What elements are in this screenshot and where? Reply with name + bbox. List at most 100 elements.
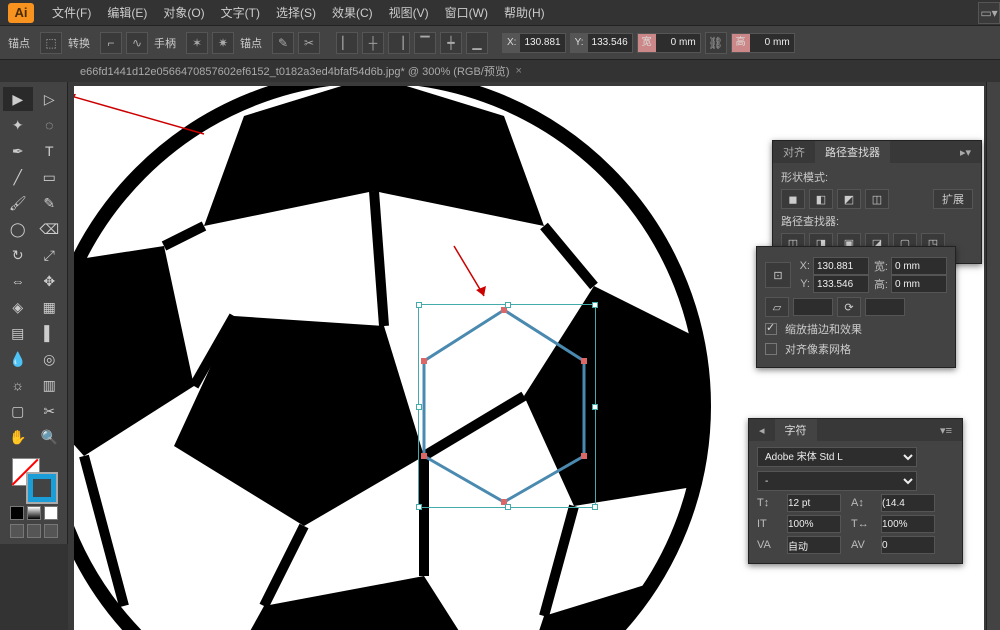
menu-help[interactable]: 帮助(H) (496, 4, 553, 21)
rotate-tool-icon[interactable]: ↻ (3, 243, 33, 267)
minus-front-icon[interactable]: ◧ (809, 189, 833, 209)
lasso-tool-icon[interactable]: ◌ (35, 113, 65, 137)
align-vcenter-icon[interactable]: ┿ (440, 32, 462, 54)
align-top-icon[interactable]: ▔ (414, 32, 436, 54)
panel-menu-icon[interactable]: ▸▾ (950, 143, 981, 162)
blend-tool-icon[interactable]: ◎ (35, 347, 65, 371)
hscale-input[interactable] (881, 515, 935, 533)
transform-x-input[interactable] (813, 257, 869, 275)
menu-select[interactable]: 选择(S) (268, 4, 324, 21)
align-hcenter-icon[interactable]: ┼ (362, 32, 384, 54)
menu-effect[interactable]: 效果(C) (324, 4, 381, 21)
w-field[interactable]: 宽0 mm (637, 33, 701, 53)
tab-character[interactable]: 字符 (775, 419, 817, 441)
close-tab-icon[interactable]: × (516, 65, 522, 77)
selection-tool-icon[interactable]: ▶ (3, 87, 33, 111)
pencil-tool-icon[interactable]: ✎ (35, 191, 65, 215)
unite-icon[interactable]: ◼ (781, 189, 805, 209)
transform-h-input[interactable] (891, 275, 947, 293)
exclude-icon[interactable]: ◫ (865, 189, 889, 209)
draw-inside-icon[interactable] (44, 524, 58, 538)
kerning-input[interactable] (787, 536, 841, 554)
rotate-icon[interactable]: ⟳ (837, 297, 861, 317)
char-collapse-icon[interactable]: ◂ (749, 421, 775, 440)
font-family-select[interactable]: Adobe 宋体 Std L (757, 447, 917, 467)
y-field[interactable]: Y:133.546 (570, 33, 633, 53)
align-left-icon[interactable]: ▏ (336, 32, 358, 54)
convert-corner-icon[interactable]: ⌐ (100, 32, 122, 54)
perspective-tool-icon[interactable]: ▦ (35, 295, 65, 319)
mesh-tool-icon[interactable]: ▤ (3, 321, 33, 345)
handle-show-icon[interactable]: ✶ (186, 32, 208, 54)
menu-type[interactable]: 文字(T) (213, 4, 268, 21)
document-title: e66fd1441d12e0566470857602ef6152_t0182a3… (80, 63, 510, 79)
menu-view[interactable]: 视图(V) (381, 4, 437, 21)
free-transform-tool-icon[interactable]: ✥ (35, 269, 65, 293)
tab-align[interactable]: 对齐 (773, 141, 815, 163)
fill-stroke-swatches[interactable] (2, 456, 65, 540)
align-right-icon[interactable]: ▕ (388, 32, 410, 54)
rotate-input[interactable] (865, 298, 905, 316)
vscale-input[interactable] (787, 515, 841, 533)
magic-wand-tool-icon[interactable]: ✦ (3, 113, 33, 137)
font-style-select[interactable]: - (757, 471, 917, 491)
graph-tool-icon[interactable]: ▥ (35, 373, 65, 397)
font-size-input[interactable] (787, 494, 841, 512)
anchor-icon[interactable]: ⬚ (40, 32, 62, 54)
transform-y-input[interactable] (813, 275, 869, 293)
artboard-tool-icon[interactable]: ▢ (3, 399, 33, 423)
gradient-tool-icon[interactable]: ▌ (35, 321, 65, 345)
line-tool-icon[interactable]: ╱ (3, 165, 33, 189)
shear-input[interactable] (793, 298, 833, 316)
stroke-swatch[interactable] (28, 474, 56, 502)
gradient-mode-icon[interactable] (27, 506, 41, 520)
align-bottom-icon[interactable]: ▁ (466, 32, 488, 54)
symbol-tool-icon[interactable]: ☼ (3, 373, 33, 397)
eyedropper-tool-icon[interactable]: 💧 (3, 347, 33, 371)
font-size-icon: T↕ (757, 497, 777, 509)
cut-path-icon[interactable]: ✂ (298, 32, 320, 54)
slice-tool-icon[interactable]: ✂ (35, 399, 65, 423)
reference-point-icon[interactable]: ⊡ (765, 262, 791, 288)
link-wh-icon[interactable]: ⛓ (705, 32, 727, 54)
remove-anchor-icon[interactable]: ✎ (272, 32, 294, 54)
convert-label: 转换 (68, 35, 90, 51)
document-tab[interactable]: e66fd1441d12e0566470857602ef6152_t0182a3… (72, 61, 530, 81)
draw-normal-icon[interactable] (10, 524, 24, 538)
leading-input[interactable] (881, 494, 935, 512)
menu-file[interactable]: 文件(F) (44, 4, 99, 21)
transform-w-input[interactable] (891, 257, 947, 275)
tracking-input[interactable] (881, 536, 935, 554)
rectangle-tool-icon[interactable]: ▭ (35, 165, 65, 189)
handle-hide-icon[interactable]: ✷ (212, 32, 234, 54)
pen-tool-icon[interactable]: ✒ (3, 139, 33, 163)
none-mode-icon[interactable] (44, 506, 58, 520)
tab-pathfinder[interactable]: 路径查找器 (815, 141, 890, 163)
shape-builder-tool-icon[interactable]: ◈ (3, 295, 33, 319)
panel-dock-strip[interactable] (986, 82, 1000, 630)
expand-button[interactable]: 扩展 (933, 189, 973, 209)
h-field[interactable]: 高0 mm (731, 33, 795, 53)
workspace-switcher-icon[interactable]: ▭▾ (978, 2, 1000, 24)
color-mode-icon[interactable] (10, 506, 24, 520)
type-tool-icon[interactable]: T (35, 139, 65, 163)
menu-edit[interactable]: 编辑(E) (99, 4, 155, 21)
direct-selection-tool-icon[interactable]: ▷ (35, 87, 65, 111)
intersect-icon[interactable]: ◩ (837, 189, 861, 209)
blob-brush-tool-icon[interactable]: ◯ (3, 217, 33, 241)
zoom-tool-icon[interactable]: 🔍 (35, 425, 65, 449)
align-pixel-checkbox[interactable] (765, 343, 777, 355)
char-menu-icon[interactable]: ▾≡ (930, 421, 962, 440)
menu-window[interactable]: 窗口(W) (437, 4, 496, 21)
paintbrush-tool-icon[interactable]: 🖌 (3, 191, 33, 215)
width-tool-icon[interactable]: ⇔ (3, 269, 33, 293)
shear-icon[interactable]: ▱ (765, 297, 789, 317)
convert-smooth-icon[interactable]: ∿ (126, 32, 148, 54)
hand-tool-icon[interactable]: ✋ (3, 425, 33, 449)
x-field[interactable]: X:130.881 (502, 33, 566, 53)
scale-tool-icon[interactable]: ⤢ (35, 243, 65, 267)
draw-behind-icon[interactable] (27, 524, 41, 538)
eraser-tool-icon[interactable]: ⌫ (35, 217, 65, 241)
menu-object[interactable]: 对象(O) (155, 4, 212, 21)
scale-strokes-checkbox[interactable] (765, 323, 777, 335)
